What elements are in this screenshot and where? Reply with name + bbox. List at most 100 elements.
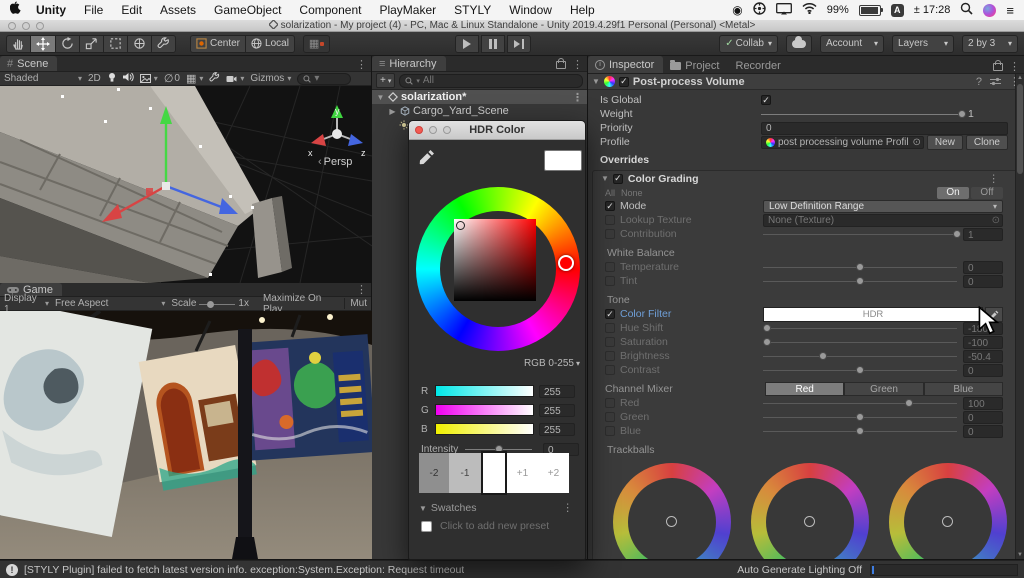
scene-grid-dropdown[interactable]: ▦▾: [186, 72, 203, 85]
draw-mode-dropdown[interactable]: Shaded▾: [4, 73, 82, 84]
mixer-blue-value[interactable]: 0: [963, 425, 1003, 438]
contrast-value[interactable]: 0: [963, 364, 1003, 377]
inspector-scrollbar[interactable]: ▲ ▼: [1015, 74, 1024, 559]
profile-new-button[interactable]: New: [927, 135, 963, 150]
exposure-minus2-swatch[interactable]: -2: [419, 453, 449, 493]
tab-inspector[interactable]: i Inspector: [588, 56, 663, 73]
apple-menu-icon[interactable]: [10, 1, 23, 19]
tab-recorder[interactable]: Recorder: [729, 58, 790, 73]
custom-tool-button[interactable]: [151, 35, 176, 53]
eyedropper-button[interactable]: [419, 149, 435, 168]
gizmos-dropdown[interactable]: Gizmos▾: [250, 73, 291, 84]
object-picker-icon[interactable]: ⊙: [912, 136, 920, 149]
tab-project[interactable]: Project: [663, 58, 728, 73]
cg-all-button[interactable]: All: [605, 188, 615, 198]
saturation-slider[interactable]: [763, 336, 957, 348]
hierarchy-menu-kebab[interactable]: ⋮: [572, 58, 583, 71]
pivot-toggle-button[interactable]: Center: [190, 35, 245, 53]
scene-audio-icon[interactable]: [123, 72, 134, 85]
rotate-tool-button[interactable]: [55, 35, 79, 53]
mixer-red-value[interactable]: 100: [963, 397, 1003, 410]
menu-help[interactable]: Help: [561, 3, 604, 17]
red-channel-slider[interactable]: [435, 385, 534, 397]
hdr-window-titlebar[interactable]: HDR Color: [409, 121, 585, 140]
mode-override-checkbox[interactable]: ✓: [605, 201, 615, 211]
tint-override-checkbox[interactable]: [605, 276, 615, 286]
add-preset-row[interactable]: Click to add new preset: [421, 520, 549, 532]
cg-enabled-checkbox[interactable]: ✓: [613, 174, 623, 184]
color-mode-dropdown[interactable]: RGB 0-255▾: [506, 358, 580, 369]
saturation-value-square[interactable]: [454, 219, 536, 301]
2d-toggle[interactable]: 2D: [88, 73, 101, 84]
persp-label[interactable]: ‹Persp: [318, 156, 352, 168]
menubar-clock[interactable]: ± 17:28: [914, 4, 951, 16]
blue-channel-slider[interactable]: [435, 423, 534, 435]
temperature-slider[interactable]: [763, 261, 957, 273]
menu-edit[interactable]: Edit: [112, 3, 151, 17]
game-viewport[interactable]: [0, 311, 372, 559]
channel-blue-button[interactable]: Blue: [924, 382, 1003, 396]
tint-value[interactable]: 0: [963, 275, 1003, 288]
notification-center-icon[interactable]: ≡: [1006, 3, 1014, 18]
mixer-green-slider[interactable]: [763, 411, 957, 423]
mixer-blue-override-checkbox[interactable]: [605, 426, 615, 436]
profile-clone-button[interactable]: Clone: [966, 135, 1008, 150]
mixer-red-slider[interactable]: [763, 397, 957, 409]
tint-slider[interactable]: [763, 275, 957, 287]
hand-tool-button[interactable]: [6, 35, 30, 53]
color-grading-header[interactable]: ▼ ✓ Color Grading ⋮: [593, 171, 1019, 186]
weight-value[interactable]: 1: [968, 108, 1008, 120]
hue-shift-override-checkbox[interactable]: [605, 323, 615, 333]
scene-search-input[interactable]: ▾: [297, 73, 351, 85]
inspector-menu-kebab[interactable]: ⋮: [1009, 60, 1020, 73]
scene-lighting-icon[interactable]: [107, 72, 117, 86]
green-channel-slider[interactable]: [435, 404, 534, 416]
red-channel-value[interactable]: 255: [539, 385, 575, 398]
transform-tool-button[interactable]: [127, 35, 151, 53]
scale-slider[interactable]: Scale 1x: [171, 298, 249, 309]
foldout-closed-icon[interactable]: ▶: [388, 107, 397, 116]
contribution-override-checkbox[interactable]: [605, 229, 615, 239]
weight-slider[interactable]: [761, 108, 962, 120]
play-button[interactable]: [455, 35, 479, 53]
siri-icon[interactable]: [983, 4, 996, 17]
menu-unity[interactable]: Unity: [27, 3, 75, 17]
grid-snap-button[interactable]: ▦: [303, 35, 330, 53]
scene-viewport[interactable]: y x z ‹Persp: [0, 86, 372, 283]
exposure-current-swatch[interactable]: [481, 451, 507, 495]
wheel-status-icon[interactable]: [753, 2, 766, 18]
trackball-gamma[interactable]: [751, 463, 869, 560]
hierarchy-scene-row[interactable]: ▼ solarization* ⋮: [372, 90, 587, 104]
step-button[interactable]: [507, 35, 531, 53]
layout-dropdown[interactable]: 2 by 3▾: [962, 35, 1018, 53]
menu-assets[interactable]: Assets: [151, 3, 205, 17]
mixer-red-override-checkbox[interactable]: [605, 398, 615, 408]
temperature-value[interactable]: 0: [963, 261, 1003, 274]
priority-field[interactable]: 0: [761, 122, 1008, 135]
help-icon[interactable]: ?: [976, 76, 982, 88]
lookup-override-checkbox[interactable]: [605, 215, 615, 225]
channel-green-button[interactable]: Green: [844, 382, 923, 396]
hierarchy-item-cargo-yard-scene[interactable]: ▶ Cargo_Yard_Scene: [372, 104, 587, 118]
mixer-green-value[interactable]: 0: [963, 411, 1003, 424]
swatches-foldout[interactable]: ▼ Swatches ⋮: [419, 502, 577, 514]
menu-window[interactable]: Window: [500, 3, 561, 17]
wifi-icon[interactable]: [802, 3, 817, 17]
cloud-services-button[interactable]: [786, 35, 812, 53]
cg-on-button[interactable]: On: [937, 187, 969, 199]
scene-effects-dropdown[interactable]: ▾: [140, 74, 158, 83]
color-filter-eyedropper-button[interactable]: [985, 307, 1003, 322]
trackball-gain[interactable]: [889, 463, 1007, 560]
scene-camera-dropdown[interactable]: ▾: [226, 74, 244, 83]
cg-kebab[interactable]: ⋮: [985, 173, 1004, 185]
record-status-icon[interactable]: ◉: [732, 3, 742, 17]
mute-audio-toggle[interactable]: Mut: [344, 298, 367, 309]
spotlight-search-icon[interactable]: [960, 2, 973, 18]
lookup-object-field[interactable]: None (Texture)⊙: [763, 214, 1003, 227]
space-toggle-button[interactable]: Local: [245, 35, 295, 53]
blue-channel-value[interactable]: 255: [539, 423, 575, 436]
sv-picker-knob[interactable]: [456, 221, 465, 230]
hue-picker-knob[interactable]: [558, 255, 574, 271]
menu-file[interactable]: File: [75, 3, 112, 17]
status-message[interactable]: [STYLY Plugin] failed to fetch latest ve…: [24, 564, 464, 576]
